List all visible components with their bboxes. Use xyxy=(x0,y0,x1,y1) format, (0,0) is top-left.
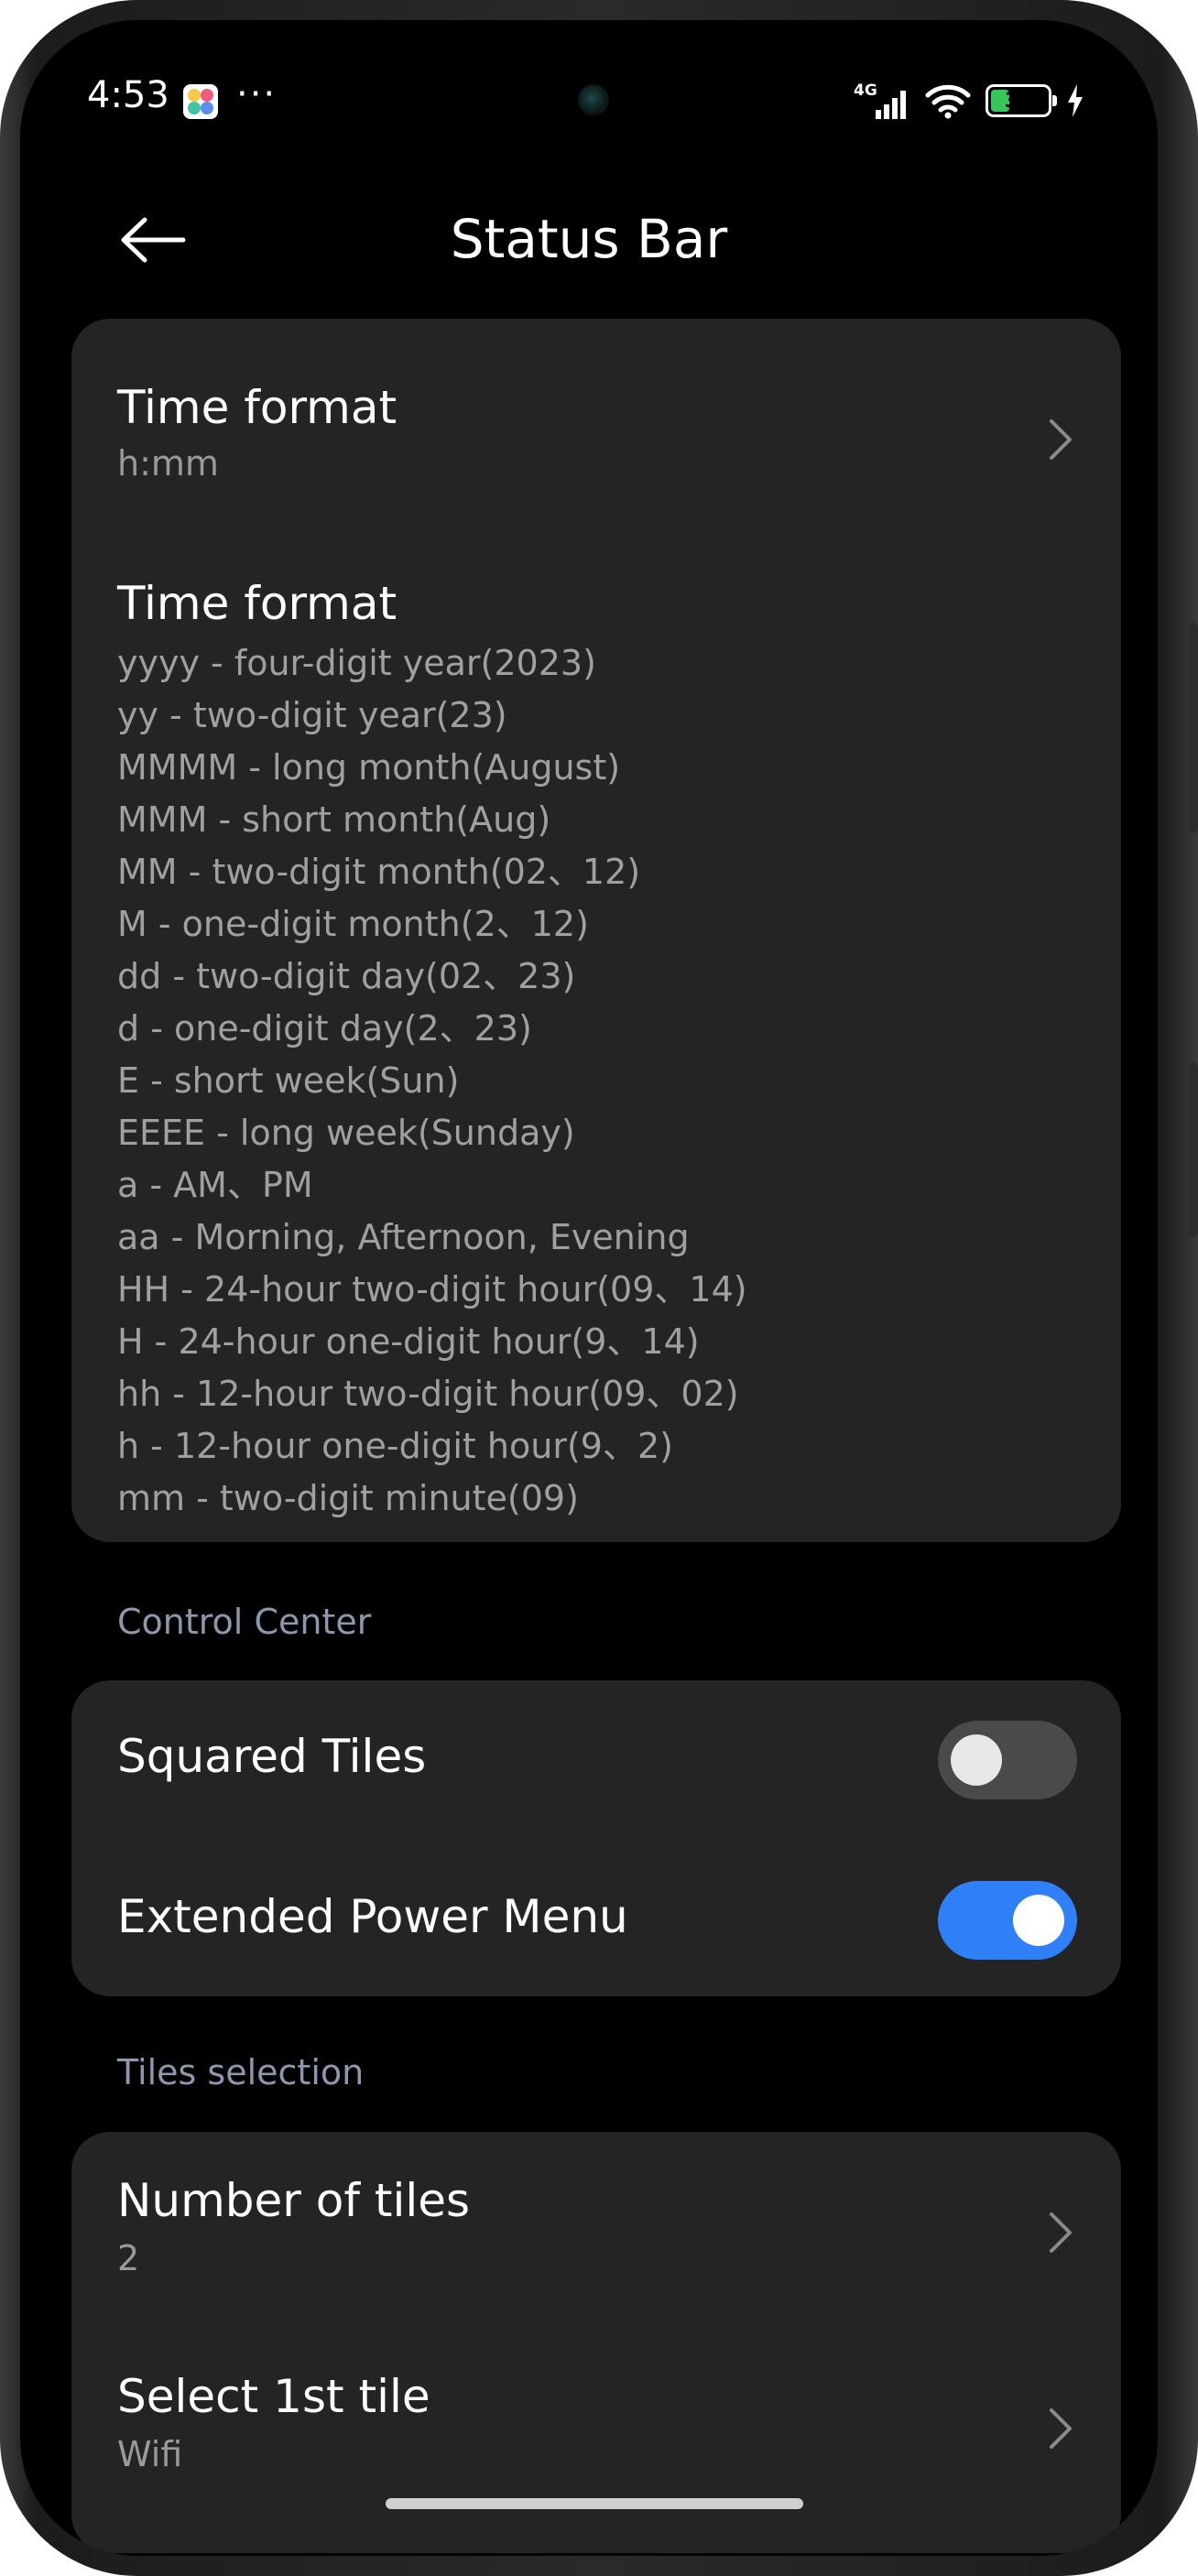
app-icon xyxy=(183,84,218,119)
time-format-help-line: yyyy - four-digit year(2023) xyxy=(117,643,596,683)
number-of-tiles-value: 2 xyxy=(117,2238,140,2278)
time-format-help-line: hh - 12-hour two-digit hour(09、02) xyxy=(117,1374,739,1414)
svg-text:4G: 4G xyxy=(854,82,877,100)
time-format-help-line: a - AM、PM xyxy=(117,1165,313,1205)
screen: 4:53 ··· 4G 33 Status Bar Time format h:… xyxy=(20,20,1158,2556)
more-notifications-icon: ··· xyxy=(236,73,278,115)
status-icons: 4G 33 xyxy=(854,81,1084,121)
time-format-help-title: Time format xyxy=(117,577,398,630)
squared-tiles-label: Squared Tiles xyxy=(117,1730,427,1783)
time-format-title: Time format xyxy=(117,381,398,434)
signal-icon: 4G xyxy=(854,82,906,119)
time-format-help-line: dd - two-digit day(02、23) xyxy=(117,956,576,996)
charging-icon xyxy=(1068,84,1083,117)
extended-power-menu-row[interactable]: Extended Power Menu xyxy=(71,1841,1121,1996)
select-1st-tile-title: Select 1st tile xyxy=(117,2370,430,2423)
tiles-selection-card: Number of tiles 2 Select 1st tile Wifi xyxy=(71,2132,1121,2553)
power-button xyxy=(1189,1062,1198,1236)
toggle-knob xyxy=(1013,1895,1064,1946)
section-header-tiles-selection: Tiles selection xyxy=(117,2052,365,2092)
time-format-help-line: mm - two-digit minute(09) xyxy=(117,1478,579,1518)
squared-tiles-toggle[interactable] xyxy=(938,1721,1077,1799)
squared-tiles-row[interactable]: Squared Tiles xyxy=(71,1680,1121,1841)
time-format-help-line: M - one-digit month(2、12) xyxy=(117,904,589,944)
time-format-help-line: yy - two-digit year(23) xyxy=(117,695,507,735)
section-header-control-center: Control Center xyxy=(117,1602,372,1642)
select-1st-tile-value: Wifi xyxy=(117,2434,183,2474)
extended-power-menu-label: Extended Power Menu xyxy=(117,1890,628,1943)
time-format-card: Time format h:mm Time format yyyy - four… xyxy=(71,319,1121,1542)
wifi-icon xyxy=(925,84,971,119)
time-format-help-line: E - short week(Sun) xyxy=(117,1060,460,1101)
select-1st-tile-setting[interactable]: Select 1st tile Wifi xyxy=(71,2324,1121,2553)
time-format-help-line: EEEE - long week(Sunday) xyxy=(117,1113,575,1153)
number-of-tiles-title: Number of tiles xyxy=(117,2174,471,2227)
time-format-help-list: yyyy - four-digit year(2023) yy - two-dig… xyxy=(117,637,747,1525)
time-format-help-line: h - 12-hour one-digit hour(9、2) xyxy=(117,1426,673,1466)
time-format-setting[interactable]: Time format h:mm xyxy=(71,319,1121,506)
extended-power-menu-toggle[interactable] xyxy=(938,1881,1077,1960)
status-time: 4:53 xyxy=(87,74,169,116)
time-format-help-line: MMMM - long month(August) xyxy=(117,747,621,788)
battery-icon: 33 xyxy=(986,84,1057,117)
time-format-help-line: MM - two-digit month(02、12) xyxy=(117,852,641,892)
battery-level: 33 xyxy=(1004,89,1033,113)
time-format-help-line: MMM - short month(Aug) xyxy=(117,799,551,840)
volume-button xyxy=(1189,623,1198,833)
home-indicator[interactable] xyxy=(386,2498,803,2509)
front-camera xyxy=(578,84,609,115)
time-format-help-line: d - one-digit day(2、23) xyxy=(117,1008,532,1049)
time-format-help-line: aa - Morning, Afternoon, Evening xyxy=(117,1217,690,1257)
chevron-right-icon xyxy=(1050,2408,1072,2449)
chevron-right-icon xyxy=(1050,419,1072,460)
time-format-value: h:mm xyxy=(117,443,219,484)
page-title: Status Bar xyxy=(450,208,728,270)
time-format-help-line: HH - 24-hour two-digit hour(09、14) xyxy=(117,1269,747,1310)
chevron-right-icon xyxy=(1050,2212,1072,2253)
phone-frame: 4:53 ··· 4G 33 Status Bar Time format h:… xyxy=(0,0,1198,2576)
toggle-knob xyxy=(951,1734,1002,1786)
number-of-tiles-setting[interactable]: Number of tiles 2 xyxy=(71,2132,1121,2324)
time-format-help-line: H - 24-hour one-digit hour(9、14) xyxy=(117,1321,700,1362)
control-center-card: Squared Tiles Extended Power Menu xyxy=(71,1680,1121,1996)
